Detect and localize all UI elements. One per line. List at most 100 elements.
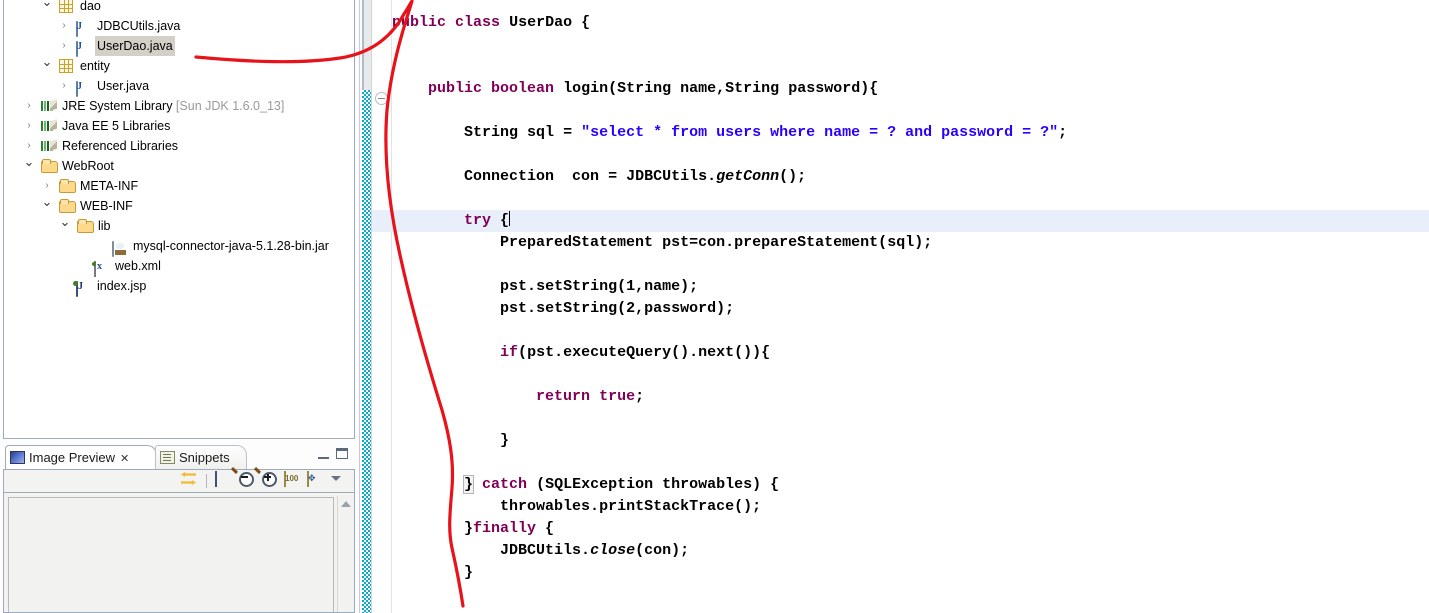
code-line[interactable]: [392, 364, 401, 386]
tree-item-user-java[interactable]: › User.java: [4, 76, 354, 97]
preview-vertical-scrollbar[interactable]: [337, 496, 352, 612]
text-caret: [509, 211, 511, 226]
tab-image-preview[interactable]: Image Preview ✕: [5, 445, 157, 469]
chevron-down-icon[interactable]: ⌄: [59, 215, 71, 228]
code-line[interactable]: return true;: [392, 386, 644, 408]
java-source-editor[interactable]: public class UserDao { public boolean lo…: [372, 0, 1429, 613]
code-line[interactable]: PreparedStatement pst=con.prepareStateme…: [392, 232, 932, 254]
editor-gutter[interactable]: [372, 0, 392, 613]
chevron-down-icon[interactable]: ⌄: [41, 195, 53, 208]
source-code-area[interactable]: public class UserDao { public boolean lo…: [392, 0, 1429, 613]
package-explorer-panel: ⌄ dao › JDBCUtils.java › UserDao.java ⌄ entity ›…: [3, 0, 355, 439]
link-with-editor-button[interactable]: [180, 472, 198, 490]
tree-item-label: web.xml: [115, 259, 161, 273]
tree-item-label: Java EE 5 Libraries: [62, 119, 171, 133]
xml-file-icon: [94, 261, 96, 277]
code-line[interactable]: public class UserDao {: [392, 12, 590, 34]
view-menu-button[interactable]: [330, 472, 348, 490]
java-file-icon: [76, 41, 78, 57]
code-line[interactable]: [392, 408, 401, 430]
keyword: if: [500, 344, 519, 361]
tab-snippets[interactable]: Snippets: [155, 445, 247, 469]
code-line[interactable]: }: [392, 430, 509, 452]
show-image-button[interactable]: [215, 471, 233, 490]
tree-item-java-ee-5-libraries[interactable]: › Java EE 5 Libraries: [4, 116, 354, 136]
code-line[interactable]: [392, 188, 401, 210]
chevron-down-icon[interactable]: ⌄: [41, 0, 53, 8]
code-line[interactable]: throwables.printStackTrace();: [392, 496, 761, 518]
chevron-down-icon[interactable]: ⌄: [23, 155, 35, 168]
keyword: class: [455, 14, 501, 31]
chevron-right-icon[interactable]: ›: [41, 180, 53, 192]
code-line[interactable]: String sql = "select * from users where …: [392, 122, 1067, 144]
keyword: catch: [482, 476, 528, 493]
fold-collapse-icon[interactable]: [375, 92, 388, 105]
tree-item-index-jsp[interactable]: index.jsp: [4, 276, 354, 297]
chevron-right-icon[interactable]: ›: [23, 100, 35, 112]
code-line[interactable]: Connection con = JDBCUtils.getConn();: [392, 166, 806, 188]
tab-image-preview-label: Image Preview: [29, 450, 115, 465]
code-line[interactable]: [392, 100, 401, 122]
code-line[interactable]: pst.setString(2,password);: [392, 298, 734, 320]
tree-item-web-inf[interactable]: ⌄ WEB-INF: [4, 195, 354, 216]
sash-accent-line: [362, 0, 364, 90]
chevron-right-icon[interactable]: ›: [23, 140, 35, 152]
code-line[interactable]: [392, 254, 401, 276]
scroll-up-icon[interactable]: [341, 501, 351, 507]
static-method-name: close: [590, 542, 636, 559]
code-line[interactable]: try {: [392, 210, 511, 232]
editor-sash[interactable]: [358, 0, 372, 613]
tree-item-userdao-java[interactable]: › UserDao.java: [4, 36, 354, 57]
code-line[interactable]: [392, 144, 401, 166]
keyword: return: [536, 388, 591, 405]
tree-item-label: User.java: [97, 79, 150, 93]
image-preview-canvas[interactable]: [8, 497, 334, 612]
static-method-name: getConn: [716, 168, 780, 185]
code-line[interactable]: }: [392, 562, 473, 584]
actual-size-button[interactable]: [284, 471, 302, 490]
tree-item-webroot[interactable]: ⌄ WebRoot: [4, 155, 354, 176]
code-line[interactable]: JDBCUtils.close(con);: [392, 540, 689, 562]
minimize-icon[interactable]: [318, 450, 329, 459]
chevron-down-icon[interactable]: ⌄: [41, 55, 53, 68]
java-file-icon: [76, 21, 78, 37]
tree-item-dao[interactable]: ⌄ dao: [4, 0, 354, 16]
tree-item-label: META-INF: [80, 179, 139, 193]
code-line[interactable]: pst.setString(1,name);: [392, 276, 698, 298]
chevron-right-icon[interactable]: ›: [58, 20, 70, 32]
tree-item-jdbcutils-java[interactable]: › JDBCUtils.java: [4, 16, 354, 37]
chevron-right-icon[interactable]: ›: [58, 40, 70, 52]
tree-item-label: mysql-connector-java-5.1.28-bin.jar: [133, 239, 329, 253]
code-line[interactable]: }finally {: [392, 518, 554, 540]
keyword: try: [464, 212, 492, 229]
zoom-in-button[interactable]: [261, 472, 279, 490]
code-line[interactable]: [392, 452, 401, 474]
maximize-icon[interactable]: [336, 448, 348, 459]
tree-item-meta-inf[interactable]: › META-INF: [4, 176, 354, 196]
fit-to-window-button[interactable]: [307, 471, 325, 490]
code-line[interactable]: if(pst.executeQuery().next()){: [392, 342, 770, 364]
bracket-match-box: }: [463, 475, 475, 494]
code-line[interactable]: [392, 34, 401, 56]
tree-item-referenced-libraries[interactable]: › Referenced Libraries: [4, 136, 354, 156]
tree-item-mysql-connector-java-5-1-28-bin-jar[interactable]: mysql-connector-java-5.1.28-bin.jar: [4, 236, 354, 257]
zoom-out-button[interactable]: [238, 472, 256, 490]
chevron-right-icon[interactable]: ›: [23, 120, 35, 132]
code-line[interactable]: public boolean login(String name,String …: [392, 78, 878, 100]
tree-item-jre-system-library[interactable]: › JRE System Library [Sun JDK 1.6.0_13]: [4, 96, 354, 116]
code-line[interactable]: [392, 320, 401, 342]
chevron-right-icon[interactable]: ›: [58, 80, 70, 92]
image-icon: [215, 471, 217, 487]
left-column: ⌄ dao › JDBCUtils.java › UserDao.java ⌄ entity ›…: [0, 0, 358, 613]
tree-item-entity[interactable]: ⌄ entity: [4, 55, 354, 76]
view-tabbar: Image Preview ✕ Snippets: [3, 444, 355, 469]
code-line[interactable]: } catch (SQLException throwables) {: [392, 474, 779, 496]
tree-item-label: JRE System Library [Sun JDK 1.6.0_13]: [62, 99, 285, 113]
100-percent-icon: [284, 471, 286, 487]
close-icon[interactable]: ✕: [120, 453, 129, 465]
tree-item-web-xml[interactable]: web.xml: [4, 256, 354, 277]
fit-window-icon: [307, 471, 309, 487]
tree-item-lib[interactable]: ⌄ lib: [4, 215, 354, 236]
keyword: true: [599, 388, 636, 405]
package-icon: [59, 59, 73, 73]
